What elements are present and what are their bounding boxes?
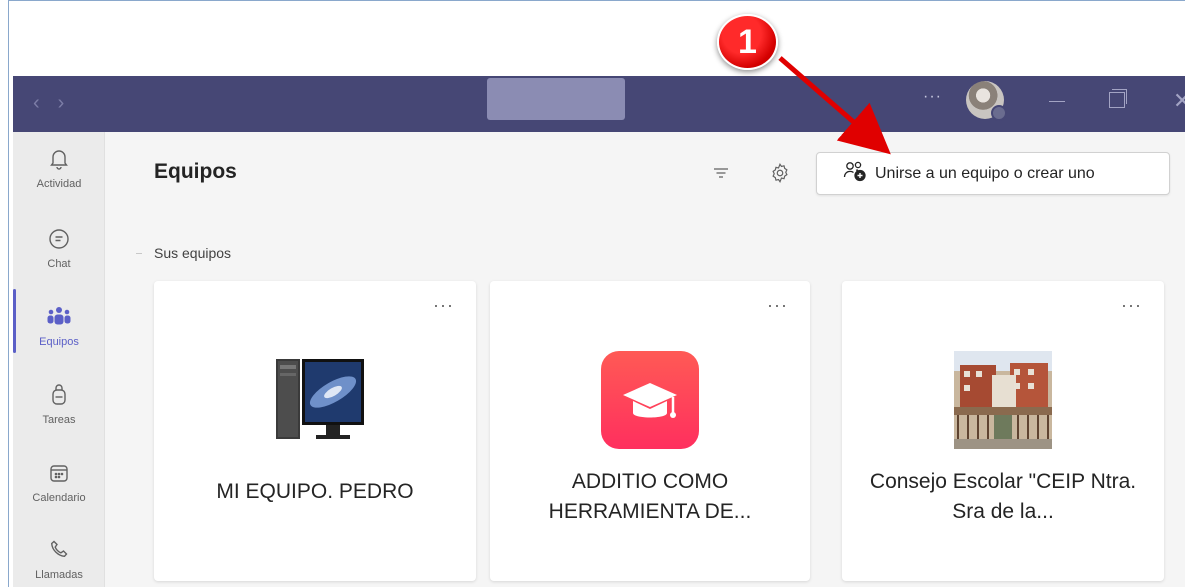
rail-label: Llamadas bbox=[35, 569, 83, 581]
title-bar: ‹› ··· ✕ bbox=[13, 76, 1185, 132]
annotation-badge: 1 bbox=[717, 14, 778, 70]
status-badge bbox=[991, 105, 1007, 121]
rail-item-calendario[interactable]: Calendario bbox=[13, 448, 105, 518]
card-more-options-icon[interactable]: ··· bbox=[1121, 295, 1142, 316]
calendar-icon bbox=[46, 460, 72, 486]
rail-label: Tareas bbox=[42, 414, 76, 426]
teams-window: ‹› ··· ✕ Actividad Chat Equipos bbox=[8, 0, 1185, 587]
card-more-options-icon[interactable]: ··· bbox=[767, 295, 788, 316]
team-card-additio[interactable]: ··· ADDITIO COMO HERRAMIENTA DE... bbox=[490, 281, 810, 581]
team-name: ADDITIO COMO HERRAMIENTA DE... bbox=[548, 470, 752, 523]
gear-icon[interactable] bbox=[769, 162, 791, 189]
rail-item-actividad[interactable]: Actividad bbox=[13, 134, 105, 204]
app-rail: Actividad Chat Equipos Tareas Calendario… bbox=[13, 132, 105, 587]
team-card-mi-equipo[interactable]: ··· MI EQUIPO. PEDRO bbox=[154, 281, 476, 581]
card-more-options-icon[interactable]: ··· bbox=[433, 295, 454, 316]
section-label-sus-equipos: Sus equipos bbox=[135, 245, 232, 261]
search-box[interactable] bbox=[487, 78, 625, 120]
computer-image bbox=[266, 351, 364, 449]
rail-item-llamadas[interactable]: Llamadas bbox=[13, 525, 105, 587]
rail-label: Chat bbox=[47, 258, 71, 270]
team-name: Consejo Escolar "CEIP Ntra. Sra de la... bbox=[869, 470, 1137, 523]
back-forward-arrows[interactable]: ‹› bbox=[33, 92, 82, 115]
teams-icon bbox=[46, 304, 72, 330]
filter-icon[interactable] bbox=[712, 165, 730, 186]
rail-item-tareas[interactable]: Tareas bbox=[13, 370, 105, 440]
chat-icon bbox=[46, 226, 72, 252]
school-building-photo bbox=[954, 351, 1052, 449]
teams-main: Equipos Unirse a un equipo o crear uno S… bbox=[105, 132, 1185, 587]
titlebar-more-icon[interactable]: ··· bbox=[923, 88, 942, 106]
maximize-icon[interactable] bbox=[1109, 89, 1127, 108]
rail-label: Actividad bbox=[36, 178, 82, 190]
rail-item-chat[interactable]: Chat bbox=[13, 214, 105, 284]
team-name: MI EQUIPO. PEDRO bbox=[216, 480, 414, 503]
join-or-create-team-button[interactable]: Unirse a un equipo o crear uno bbox=[816, 152, 1170, 195]
add-people-icon bbox=[843, 160, 867, 187]
team-card-consejo-escolar[interactable]: ··· Consejo Escolar "CEIP Ntra. Sra de l… bbox=[842, 281, 1164, 581]
page-title: Equipos bbox=[154, 160, 237, 183]
minimize-icon[interactable] bbox=[1049, 101, 1065, 102]
rail-label: Equipos bbox=[39, 336, 79, 348]
rail-label: Calendario bbox=[32, 492, 86, 504]
close-icon[interactable]: ✕ bbox=[1173, 88, 1185, 114]
backpack-icon bbox=[46, 382, 72, 408]
avatar[interactable] bbox=[966, 81, 1007, 121]
rail-item-equipos[interactable]: Equipos bbox=[13, 292, 105, 362]
join-button-label: Unirse a un equipo o crear uno bbox=[875, 164, 1095, 182]
bell-icon bbox=[46, 146, 72, 172]
graduation-cap-app-icon bbox=[601, 351, 699, 449]
phone-icon bbox=[46, 537, 72, 563]
